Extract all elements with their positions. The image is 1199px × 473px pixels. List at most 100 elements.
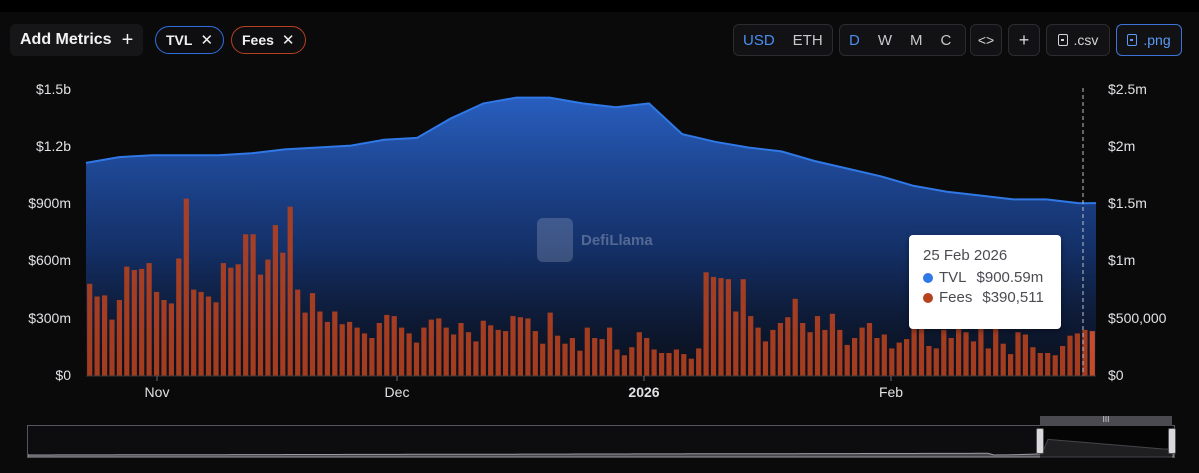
fees-bar[interactable] <box>718 278 724 376</box>
fees-bar[interactable] <box>1000 343 1006 376</box>
fees-bar[interactable] <box>569 338 575 376</box>
fees-bar[interactable] <box>94 296 100 377</box>
fees-bar[interactable] <box>681 354 687 376</box>
fees-bar[interactable] <box>673 349 679 377</box>
fees-bar[interactable] <box>139 268 145 376</box>
fees-bar[interactable] <box>829 313 835 376</box>
fees-bar[interactable] <box>993 327 999 376</box>
fees-bar[interactable] <box>161 300 167 376</box>
fees-bar[interactable] <box>859 327 865 376</box>
fees-bar[interactable] <box>176 258 182 377</box>
fees-bar[interactable] <box>696 348 702 376</box>
fees-bar[interactable] <box>733 311 739 377</box>
fees-bar[interactable] <box>584 327 590 376</box>
fees-bar[interactable] <box>1045 353 1051 376</box>
fees-bar[interactable] <box>102 295 108 376</box>
fees-bar[interactable] <box>688 358 694 376</box>
fees-bar[interactable] <box>421 327 427 376</box>
fees-bar[interactable] <box>332 311 338 377</box>
fees-bar[interactable] <box>540 343 546 376</box>
fees-bar[interactable] <box>124 266 130 376</box>
fees-bar[interactable] <box>525 318 531 376</box>
fees-bar[interactable] <box>465 332 472 376</box>
fees-bar[interactable] <box>755 327 761 376</box>
fees-bar[interactable] <box>792 298 798 376</box>
fees-bar[interactable] <box>852 338 858 376</box>
fees-bar[interactable] <box>250 234 256 376</box>
fees-bar[interactable] <box>1008 354 1014 376</box>
fees-bar[interactable] <box>599 339 605 376</box>
fees-bar[interactable] <box>770 329 776 376</box>
fees-bar[interactable] <box>287 206 293 376</box>
fees-bar[interactable] <box>644 338 650 376</box>
fees-bar[interactable] <box>257 274 264 376</box>
fees-bar[interactable] <box>532 331 538 376</box>
fees-bar[interactable] <box>889 348 895 376</box>
fees-bar[interactable] <box>614 349 620 377</box>
fees-bar[interactable] <box>562 343 568 376</box>
fees-bar[interactable] <box>339 324 345 376</box>
fees-bar[interactable] <box>1060 346 1066 376</box>
fees-bar[interactable] <box>131 270 137 376</box>
fees-bar[interactable] <box>748 316 754 376</box>
fees-bar[interactable] <box>547 312 553 376</box>
fees-bar[interactable] <box>777 323 783 376</box>
fees-bar[interactable] <box>621 355 627 376</box>
fees-bar[interactable] <box>168 303 174 376</box>
fees-bar[interactable] <box>146 263 152 376</box>
fees-bar[interactable] <box>933 348 939 376</box>
fees-bar[interactable] <box>451 334 457 377</box>
fees-bar[interactable] <box>926 346 932 376</box>
fees-bar[interactable] <box>510 316 516 376</box>
range-slider-left-handle[interactable] <box>1036 428 1044 454</box>
fees-bar[interactable] <box>785 317 791 376</box>
fees-bar[interactable] <box>369 338 375 376</box>
fees-bar[interactable] <box>295 289 301 376</box>
fees-bar[interactable] <box>243 234 249 376</box>
fees-bar[interactable] <box>488 325 494 376</box>
fees-bar[interactable] <box>503 331 509 376</box>
fees-bar[interactable] <box>265 259 271 376</box>
fees-bar[interactable] <box>495 329 501 376</box>
fees-bar[interactable] <box>235 264 241 376</box>
range-slider-track[interactable] <box>27 425 1175 458</box>
fees-bar[interactable] <box>1037 353 1043 376</box>
fees-bar[interactable] <box>844 344 850 376</box>
fees-bar[interactable] <box>309 293 316 376</box>
fees-bar[interactable] <box>116 300 122 376</box>
fees-bar[interactable] <box>317 311 323 377</box>
fees-bar[interactable] <box>629 347 635 376</box>
fees-bar[interactable] <box>183 198 189 376</box>
fees-bar[interactable] <box>607 327 613 376</box>
fees-bar[interactable] <box>592 338 598 376</box>
fees-bar[interactable] <box>354 327 360 376</box>
fees-bar[interactable] <box>651 349 657 377</box>
fees-bar[interactable] <box>191 289 197 376</box>
fees-bar[interactable] <box>480 320 486 376</box>
fees-bar[interactable] <box>1067 335 1073 376</box>
fees-bar[interactable] <box>1015 332 1021 376</box>
fees-bar[interactable] <box>280 252 286 376</box>
fees-bar[interactable] <box>963 332 969 376</box>
fees-bar[interactable] <box>324 321 330 376</box>
fees-bar[interactable] <box>822 329 828 376</box>
fees-bar[interactable] <box>428 319 434 376</box>
fees-bar[interactable] <box>904 339 910 376</box>
fees-bar[interactable] <box>1074 333 1080 376</box>
fees-bar[interactable] <box>970 341 977 376</box>
fees-bar[interactable] <box>399 327 405 376</box>
fees-bar[interactable] <box>154 291 160 376</box>
fees-bar[interactable] <box>302 312 308 376</box>
fees-bar[interactable] <box>413 342 420 376</box>
fees-bar[interactable] <box>443 327 449 376</box>
fees-bar[interactable] <box>272 225 278 376</box>
fees-bar[interactable] <box>473 341 479 376</box>
fees-bar[interactable] <box>666 353 672 376</box>
fees-bar[interactable] <box>205 296 212 377</box>
range-slider-right-handle[interactable] <box>1168 428 1176 454</box>
fees-bar[interactable] <box>710 276 717 376</box>
fees-bar[interactable] <box>384 314 390 376</box>
fees-bar[interactable] <box>762 341 769 376</box>
fees-bar[interactable] <box>87 283 93 376</box>
fees-bar[interactable] <box>220 263 226 376</box>
